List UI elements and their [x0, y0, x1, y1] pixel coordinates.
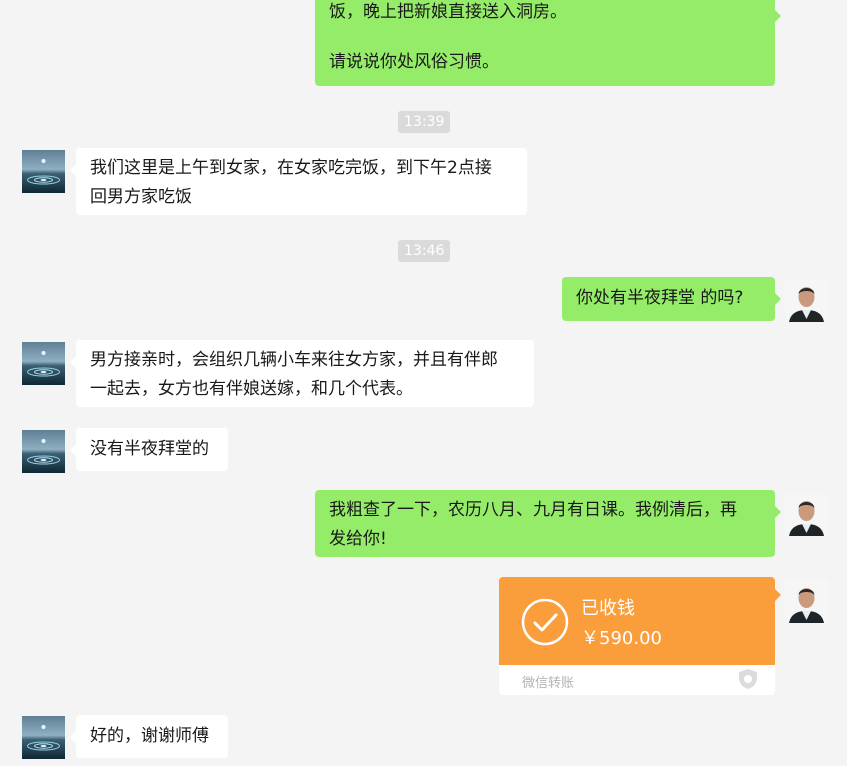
person-photo-icon — [785, 493, 828, 536]
message-text: 没有半夜拜堂的 — [90, 439, 209, 459]
message-text: 请说说你处风俗习惯。 — [329, 52, 499, 72]
message-text: 饭，晚上把新娘直接送入洞房。 — [329, 2, 567, 22]
message-bubble-outgoing[interactable]: 我粗查了一下，农历八月、九月有日课。我例清后，再 发给你! — [315, 490, 781, 557]
transfer-amount: ￥590.00 — [581, 628, 662, 649]
message-text: 发给你! — [329, 529, 387, 549]
transfer-bubble-tail — [775, 589, 781, 601]
message-text: 我们这里是上午到女家，在女家吃完饭，到下午2点接 — [90, 158, 492, 178]
checkmark-circle-icon — [521, 598, 569, 646]
contact-avatar[interactable] — [22, 716, 65, 759]
message-text: 我粗查了一下，农历八月、九月有日课。我例清后，再 — [329, 500, 737, 520]
user-avatar[interactable] — [785, 493, 828, 536]
shield-icon — [739, 669, 757, 689]
message-text: 一起去，女方也有伴娘送嫁，和几个代表。 — [90, 379, 413, 399]
message-text: 你处有半夜拜堂 的吗? — [576, 288, 744, 308]
water-drop-icon — [27, 725, 60, 751]
contact-avatar[interactable] — [22, 430, 65, 473]
contact-avatar[interactable] — [22, 150, 65, 193]
message-bubble-incoming[interactable]: 好的，谢谢师傅 — [70, 715, 228, 758]
message-bubble-outgoing[interactable]: 你处有半夜拜堂 的吗? — [562, 277, 781, 321]
message-text: 男方接亲时，会组织几辆小车来往女方家，并且有伴郎 — [90, 350, 498, 370]
message-bubble-incoming[interactable]: 男方接亲时，会组织几辆小车来往女方家，并且有伴郎 一起去，女方也有伴娘送嫁，和几… — [70, 340, 534, 407]
transfer-status: 已收钱 — [581, 598, 635, 619]
transfer-card[interactable]: 已收钱 ￥590.00 微信转账 — [499, 577, 775, 695]
message-text: 回男方家吃饭 — [90, 187, 192, 207]
water-drop-icon — [27, 439, 60, 465]
person-photo-icon — [785, 580, 828, 623]
timestamp: 13:39 — [398, 111, 451, 133]
message-text: 好的，谢谢师傅 — [90, 726, 209, 746]
person-photo-icon — [785, 279, 828, 322]
timestamp: 13:46 — [398, 240, 451, 262]
water-drop-icon — [27, 351, 60, 377]
transfer-footer-label: 微信转账 — [522, 676, 575, 691]
user-avatar[interactable] — [785, 580, 828, 623]
message-bubble-incoming[interactable]: 没有半夜拜堂的 — [70, 428, 228, 471]
water-drop-icon — [27, 159, 60, 185]
message-bubble-incoming[interactable]: 我们这里是上午到女家，在女家吃完饭，到下午2点接 回男方家吃饭 — [70, 148, 527, 215]
user-avatar[interactable] — [785, 279, 828, 322]
contact-avatar[interactable] — [22, 342, 65, 385]
message-bubble-outgoing[interactable]: 饭，晚上把新娘直接送入洞房。 请说说你处风俗习惯。 — [315, 0, 781, 86]
